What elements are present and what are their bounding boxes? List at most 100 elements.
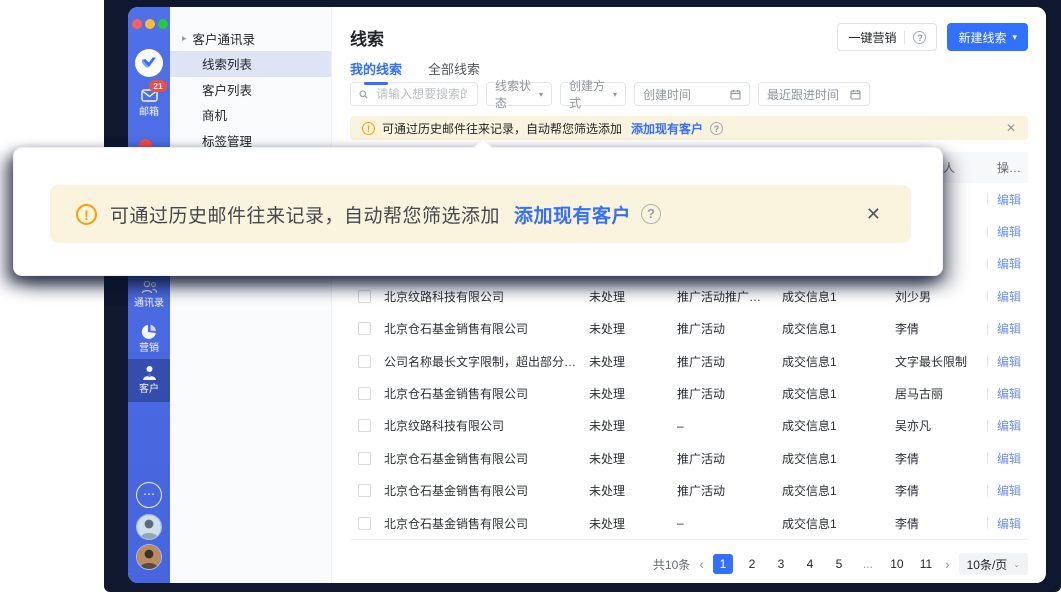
popup-notice-banner: ! 可通过历史邮件往来记录，自动帮您筛选添加 添加现有客户 ? ✕ — [50, 185, 911, 243]
col-action: 操作 — [987, 159, 1028, 176]
table-row: 公司名称最长文字限制，超出部分“...”表示 未处理 推广活动 成交信息1 文字… — [350, 345, 1028, 377]
rail-item-customer[interactable]: 客户 — [128, 359, 170, 402]
search-input[interactable] — [374, 86, 469, 102]
edit-link[interactable]: 编辑 — [997, 450, 1021, 467]
notice-magnifier-popup: ! 可通过历史邮件往来记录，自动帮您筛选添加 添加现有客户 ? ✕ — [13, 147, 943, 276]
table-row: 北京仓石基金销售有限公司 未处理 推广活动 成交信息1 李倩 编辑 — [350, 313, 1028, 345]
help-icon[interactable]: ? — [710, 122, 723, 135]
notice-text: 可通过历史邮件往来记录，自动帮您筛选添加 — [382, 120, 622, 137]
sidebar-group-label: 客户通讯录 — [193, 29, 256, 48]
row-checkbox[interactable] — [358, 355, 371, 368]
lead-status-select[interactable]: 线索状态 ▾ — [486, 82, 552, 106]
page-button[interactable]: 5 — [829, 554, 849, 574]
sidebar-item-opportunities[interactable]: 商机 — [170, 102, 331, 128]
add-existing-customer-link[interactable]: 添加现有客户 — [631, 120, 703, 137]
screen: 邮箱 21 通讯录 营销 — [0, 0, 1061, 607]
edit-link[interactable]: 编辑 — [997, 255, 1021, 272]
rail-item-label: 邮箱 — [128, 107, 170, 119]
warning-icon: ! — [76, 204, 97, 225]
table-row: 北京仓石基金销售有限公司 未处理 推广活动 成交信息1 居马古丽 编辑 — [350, 377, 1028, 409]
rail-more-button[interactable]: ⋯ — [136, 482, 162, 508]
row-checkbox[interactable] — [358, 452, 371, 465]
edit-link[interactable]: 编辑 — [997, 288, 1021, 305]
edit-link[interactable]: 编辑 — [997, 320, 1021, 337]
page-title: 线索 — [350, 25, 384, 50]
user-avatar-1[interactable] — [136, 514, 162, 540]
edit-link[interactable]: 编辑 — [997, 385, 1021, 402]
help-icon[interactable]: ? — [913, 31, 926, 44]
row-checkbox[interactable] — [358, 322, 371, 335]
tab-all-leads[interactable]: 全部线索 — [428, 59, 480, 78]
rail-item-contacts[interactable]: 通讯录 — [128, 279, 170, 310]
edit-link[interactable]: 编辑 — [997, 417, 1021, 434]
sidebar-item-customers-list[interactable]: 客户列表 — [170, 77, 331, 103]
calendar-icon — [850, 89, 861, 100]
edit-link[interactable]: 编辑 — [997, 353, 1021, 370]
calendar-icon — [730, 89, 741, 100]
contacts-icon — [140, 279, 159, 296]
lead-tabs: 我的线索 全部线索 — [350, 58, 1028, 78]
one-click-marketing-button[interactable]: 一键营销 ? — [837, 23, 937, 51]
edit-link[interactable]: 编辑 — [997, 482, 1021, 499]
row-checkbox[interactable] — [358, 387, 371, 400]
close-icon[interactable]: ✕ — [866, 204, 881, 225]
table-row: 北京仓石基金销售有限公司 未处理 推广活动 成交信息1 李倩 编辑 — [350, 475, 1028, 507]
crm-sidebar: ▸ 客户通讯录 线索列表 客户列表 商机 标签管理 — [170, 7, 332, 583]
minimize-window-button[interactable] — [145, 19, 155, 29]
app-window: 邮箱 21 通讯录 营销 — [128, 7, 1046, 583]
main-content: 线索 一键营销 ? 新建线索 ▾ 我的线索 全部线索 — [332, 7, 1046, 583]
search-icon — [359, 89, 368, 100]
lead-search-box[interactable] — [350, 82, 478, 106]
edit-link[interactable]: 编辑 — [997, 515, 1021, 532]
mail-logo-icon — [140, 54, 158, 72]
zoom-window-button[interactable] — [158, 19, 168, 29]
page-button[interactable]: 4 — [800, 554, 820, 574]
page-size-select[interactable]: 10条/页 ⌄ — [959, 553, 1028, 575]
marketing-icon — [140, 323, 158, 341]
prev-page-button[interactable]: ‹ — [699, 554, 704, 574]
rail-item-label: 营销 — [128, 343, 170, 355]
row-checkbox[interactable] — [358, 484, 371, 497]
chevron-down-icon: ⌄ — [1013, 560, 1020, 569]
chevron-down-icon: ▾ — [539, 90, 543, 99]
close-window-button[interactable] — [132, 19, 142, 29]
tab-my-leads[interactable]: 我的线索 — [350, 59, 402, 78]
table-row: 北京纹路科技有限公司 未处理 推广活动推广活动... 成交信息1 刘少男 编辑 — [350, 280, 1028, 312]
edit-link[interactable]: 编辑 — [997, 191, 1021, 208]
expand-arrow-icon: ▸ — [182, 33, 187, 44]
chevron-down-icon: ▾ — [1012, 33, 1017, 42]
row-checkbox[interactable] — [358, 290, 371, 303]
pagination: 共10条 ‹ 1 2 3 4 5 ... 10 11 › 10条/页 ⌄ — [350, 551, 1028, 577]
row-checkbox[interactable] — [358, 517, 371, 530]
table-row: 北京仓石基金销售有限公司 未处理 推广活动 成交信息1 李倩 编辑 — [350, 442, 1028, 474]
last-follow-time-picker[interactable]: 最近跟进时间 — [758, 82, 870, 106]
create-time-picker[interactable]: 创建时间 — [634, 82, 750, 106]
history-mail-notice-banner: ! 可通过历史邮件往来记录，自动帮您筛选添加 添加现有客户 ? ✕ — [350, 116, 1028, 140]
close-icon[interactable]: ✕ — [1006, 121, 1016, 135]
add-existing-customer-link[interactable]: 添加现有客户 — [514, 201, 631, 228]
row-checkbox[interactable] — [358, 419, 371, 432]
popup-notice-text: 可通过历史邮件往来记录，自动帮您筛选添加 — [110, 201, 500, 228]
page-button[interactable]: 10 — [887, 554, 907, 574]
creation-method-select[interactable]: 创建方式 ▾ — [560, 82, 626, 106]
help-icon[interactable]: ? — [641, 204, 661, 224]
filter-bar: 线索状态 ▾ 创建方式 ▾ 创建时间 最近跟 — [350, 82, 1028, 106]
customer-icon — [140, 364, 159, 382]
edit-link[interactable]: 编辑 — [997, 223, 1021, 240]
page-button[interactable]: 2 — [742, 554, 762, 574]
page-button[interactable]: 3 — [771, 554, 791, 574]
app-rail: 邮箱 21 通讯录 营销 — [128, 7, 170, 583]
button-divider — [904, 31, 905, 44]
sidebar-item-leads-list[interactable]: 线索列表 — [170, 51, 331, 77]
user-avatar-2[interactable] — [136, 544, 162, 570]
rail-item-mail[interactable]: 邮箱 21 — [128, 86, 170, 119]
rail-item-marketing[interactable]: 营销 — [128, 323, 170, 355]
next-page-button[interactable]: › — [945, 554, 950, 574]
page-button[interactable]: 11 — [916, 554, 936, 574]
rail-item-label: 客户 — [128, 384, 170, 396]
table-row: 北京纹路科技有限公司 未处理 – 成交信息1 吴亦凡 编辑 — [350, 410, 1028, 442]
app-logo[interactable] — [135, 49, 163, 77]
new-lead-button[interactable]: 新建线索 ▾ — [947, 23, 1028, 51]
page-button[interactable]: 1 — [713, 554, 733, 574]
sidebar-group-customer-contacts[interactable]: ▸ 客户通讯录 — [170, 25, 331, 51]
